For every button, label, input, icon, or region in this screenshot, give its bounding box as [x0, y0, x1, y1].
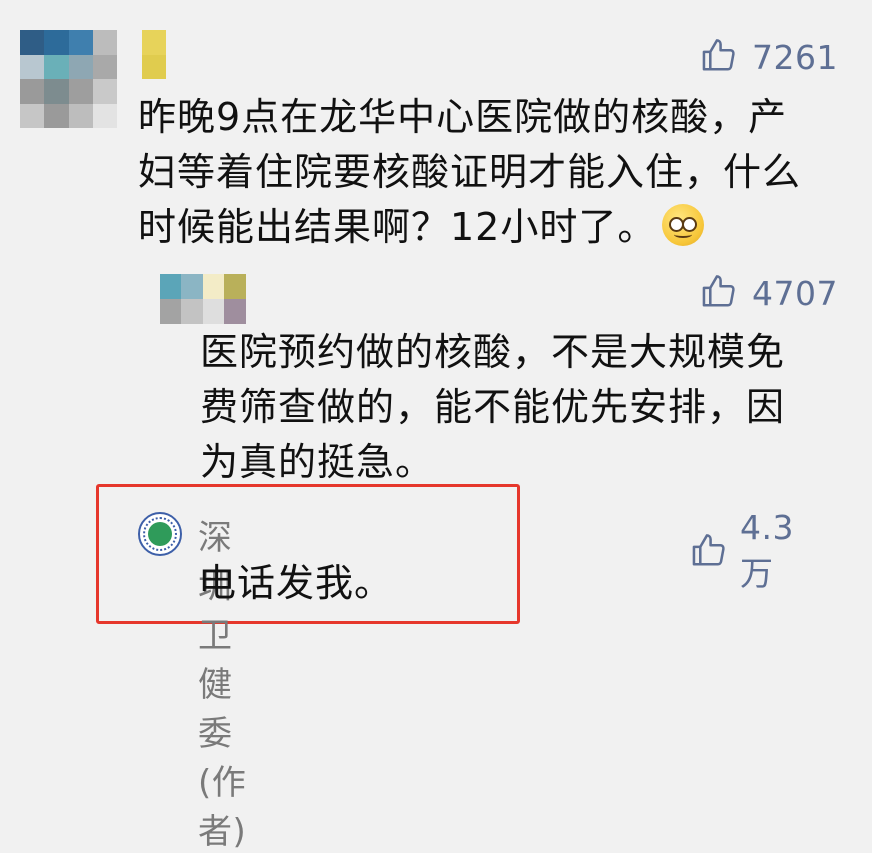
text-line: 为真的挺急。: [200, 440, 435, 484]
comment-text: 昨晚9点在龙华中心医院做的核酸，产 妇等着住院要核酸证明才能入住，什么 时候能出…: [138, 90, 838, 255]
text-line: 费筛查做的，能不能优先安排，因: [200, 385, 786, 429]
comment-text: 医院预约做的核酸，不是大规模免 费筛查做的，能不能优先安排，因 为真的挺急。: [200, 325, 840, 490]
author-avatar[interactable]: [138, 512, 182, 556]
like-button[interactable]: 4707: [700, 272, 838, 314]
woozy-face-icon: [662, 204, 705, 246]
comment-text: 电话发我。: [198, 556, 498, 611]
thumbs-up-icon: [690, 531, 728, 573]
text-line-content: 时候能出结果啊？12小时了。: [138, 205, 657, 249]
text-line: 电话发我。: [198, 561, 394, 605]
like-button[interactable]: 4.3万: [690, 508, 794, 595]
text-line: 医院预约做的核酸，不是大规模免: [200, 330, 786, 374]
text-line: 妇等着住院要核酸证明才能入住，什么: [138, 150, 802, 194]
like-count: 4.3万: [740, 508, 794, 593]
like-count: 7261: [752, 37, 838, 77]
text-line: 时候能出结果啊？12小时了。: [138, 200, 838, 255]
text-line: 昨晚9点在龙华中心医院做的核酸，产: [138, 95, 788, 139]
like-button[interactable]: 7261: [700, 36, 838, 78]
avatar[interactable]: [138, 274, 246, 324]
like-count: 4707: [752, 273, 838, 313]
thumbs-up-icon: [700, 272, 738, 314]
thumbs-up-icon: [700, 36, 738, 78]
